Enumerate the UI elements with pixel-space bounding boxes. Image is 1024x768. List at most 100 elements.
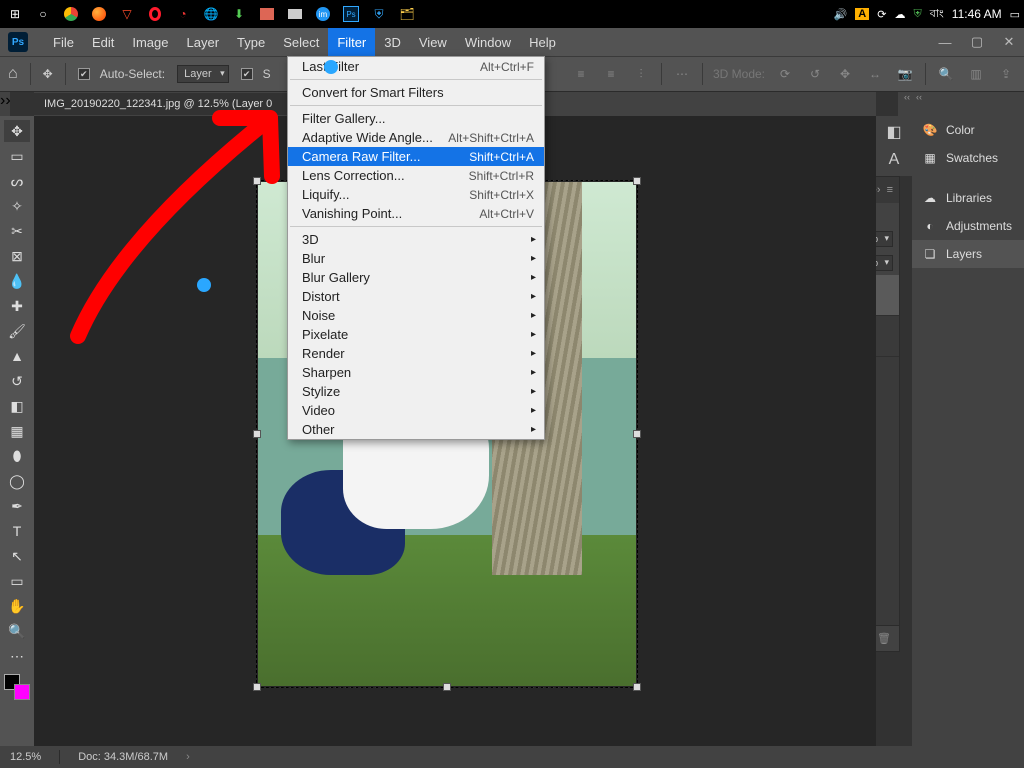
- auto-select-toggle[interactable]: ✔Auto-Select:: [78, 67, 165, 81]
- type-tool-icon[interactable]: T: [4, 520, 30, 542]
- panel-libraries[interactable]: ☁Libraries: [912, 184, 1024, 212]
- share-icon[interactable]: ⇪: [996, 64, 1016, 84]
- panel-color[interactable]: 🎨Color: [912, 116, 1024, 144]
- defender-icon[interactable]: ⛨: [913, 8, 921, 21]
- menu-view[interactable]: View: [410, 28, 456, 56]
- panel-menu-icon[interactable]: ≡: [887, 184, 893, 196]
- menu-item-filter-gallery[interactable]: Filter Gallery...: [288, 109, 544, 128]
- toolbox-handle[interactable]: ››: [0, 92, 10, 116]
- menu-item-convert-smart[interactable]: Convert for Smart Filters: [288, 83, 544, 102]
- move-tool-icon[interactable]: ✥: [4, 120, 30, 142]
- 3d-roll-icon[interactable]: ↺: [805, 64, 825, 84]
- doc-size[interactable]: Doc: 34.3M/68.7M: [78, 751, 168, 763]
- crop-tool-icon[interactable]: ✂: [4, 220, 30, 242]
- menu-item-liquify[interactable]: Liquify...Shift+Ctrl+X: [288, 185, 544, 204]
- shape-tool-icon[interactable]: ▭: [4, 570, 30, 592]
- shield-icon[interactable]: ⛨: [368, 4, 390, 24]
- firefox-icon[interactable]: [88, 4, 110, 24]
- menu-window[interactable]: Window: [456, 28, 520, 56]
- panel-adjustments[interactable]: ◐Adjustments: [912, 212, 1024, 240]
- menu-file[interactable]: File: [44, 28, 83, 56]
- menu-type[interactable]: Type: [228, 28, 274, 56]
- opera-icon[interactable]: [144, 4, 166, 24]
- more-icon[interactable]: ⋯: [672, 64, 692, 84]
- imo-icon[interactable]: im: [312, 4, 334, 24]
- start-icon[interactable]: ⊞: [4, 4, 26, 24]
- 3d-camera-icon[interactable]: 📷: [895, 64, 915, 84]
- stamp-tool-icon[interactable]: ▲: [4, 345, 30, 367]
- right-strip-handle[interactable]: ‹‹: [898, 92, 912, 116]
- auto-select-dropdown[interactable]: Layer: [177, 65, 229, 83]
- menu-item-stylize[interactable]: Stylize: [288, 382, 544, 401]
- home-icon[interactable]: ⌂: [8, 65, 18, 83]
- globe-icon[interactable]: 🌐: [200, 4, 222, 24]
- menu-edit[interactable]: Edit: [83, 28, 123, 56]
- menu-item-vanishing-point[interactable]: Vanishing Point...Alt+Ctrl+V: [288, 204, 544, 223]
- panel-swatches[interactable]: ▦Swatches: [912, 144, 1024, 172]
- 3d-rotate-icon[interactable]: ⟳: [775, 64, 795, 84]
- frame-tool-icon[interactable]: ⊠: [4, 245, 30, 267]
- eyedropper-tool-icon[interactable]: 💧: [4, 270, 30, 292]
- menu-item-adaptive-wide-angle[interactable]: Adaptive Wide Angle...Alt+Shift+Ctrl+A: [288, 128, 544, 147]
- align-icon[interactable]: ≡: [571, 64, 591, 84]
- color-swatches[interactable]: [4, 674, 30, 700]
- align-icon-2[interactable]: ≡: [601, 64, 621, 84]
- properties-icon[interactable]: ◧: [883, 122, 905, 142]
- menu-item-distort[interactable]: Distort: [288, 287, 544, 306]
- clock[interactable]: 11:46 AM: [952, 7, 1002, 21]
- ime-lang[interactable]: বাং: [930, 5, 944, 24]
- blur-tool-icon[interactable]: ⬮: [4, 445, 30, 467]
- brave-icon[interactable]: ▽: [116, 4, 138, 24]
- document-tab[interactable]: IMG_20190220_122341.jpg @ 12.5% (Layer 0: [34, 93, 290, 115]
- menu-item-lens-correction[interactable]: Lens Correction...Shift+Ctrl+R: [288, 166, 544, 185]
- menu-item-blur-gallery[interactable]: Blur Gallery: [288, 268, 544, 287]
- workspace-icon[interactable]: ▥: [966, 64, 986, 84]
- 3d-slide-icon[interactable]: ↔: [865, 64, 885, 84]
- editor-icon[interactable]: [256, 4, 278, 24]
- pen-tool-icon[interactable]: ✒: [4, 495, 30, 517]
- minimize-button[interactable]: —: [930, 31, 960, 53]
- chrome-icon[interactable]: [60, 4, 82, 24]
- menu-item-camera-raw-filter[interactable]: Camera Raw Filter...Shift+Ctrl+A: [288, 147, 544, 166]
- history-brush-tool-icon[interactable]: ↺: [4, 370, 30, 392]
- hand-tool-icon[interactable]: ✋: [4, 595, 30, 617]
- close-button[interactable]: ✕: [994, 31, 1024, 53]
- character-icon[interactable]: A: [883, 150, 905, 170]
- dodge-tool-icon[interactable]: ◯: [4, 470, 30, 492]
- quick-select-tool-icon[interactable]: ✧: [4, 195, 30, 217]
- 3d-pan-icon[interactable]: ✥: [835, 64, 855, 84]
- brush-tool-icon[interactable]: 🖌: [4, 320, 30, 342]
- menu-item-render[interactable]: Render: [288, 344, 544, 363]
- lasso-tool-icon[interactable]: ᔕ: [4, 170, 30, 192]
- menu-item-video[interactable]: Video: [288, 401, 544, 420]
- healing-tool-icon[interactable]: ✚: [4, 295, 30, 317]
- zoom-level[interactable]: 12.5%: [10, 751, 41, 763]
- menu-3d[interactable]: 3D: [375, 28, 410, 56]
- panel-layers[interactable]: ❏Layers: [912, 240, 1024, 268]
- cortana-icon[interactable]: ○: [32, 4, 54, 24]
- window-icon[interactable]: [284, 4, 306, 24]
- maximize-button[interactable]: ▢: [962, 31, 992, 53]
- menu-item-blur[interactable]: Blur: [288, 249, 544, 268]
- right-panels-handle[interactable]: ‹‹: [912, 92, 1024, 116]
- menu-item-other[interactable]: Other: [288, 420, 544, 439]
- zoom-tool-icon[interactable]: 🔍: [4, 620, 30, 642]
- sound-icon[interactable]: 🔊: [834, 8, 848, 21]
- search-icon[interactable]: 🔍: [936, 64, 956, 84]
- menu-help[interactable]: Help: [520, 28, 565, 56]
- menu-item-noise[interactable]: Noise: [288, 306, 544, 325]
- menu-layer[interactable]: Layer: [178, 28, 229, 56]
- show-transform-toggle[interactable]: ✔S: [241, 67, 271, 81]
- menu-select[interactable]: Select: [274, 28, 328, 56]
- lang-indicator-icon[interactable]: A: [855, 8, 869, 20]
- marquee-tool-icon[interactable]: ▭: [4, 145, 30, 167]
- explorer-icon[interactable]: 🗂: [396, 4, 418, 24]
- network-icon[interactable]: ☁: [894, 8, 905, 21]
- edit-toolbar-icon[interactable]: ⋯: [4, 645, 30, 667]
- menu-image[interactable]: Image: [123, 28, 177, 56]
- menu-item-pixelate[interactable]: Pixelate: [288, 325, 544, 344]
- distribute-icon[interactable]: ⫶: [631, 64, 651, 84]
- menu-item-3d[interactable]: 3D: [288, 230, 544, 249]
- status-chevron-icon[interactable]: ›: [186, 751, 190, 763]
- action-center-icon[interactable]: ▭: [1010, 8, 1020, 21]
